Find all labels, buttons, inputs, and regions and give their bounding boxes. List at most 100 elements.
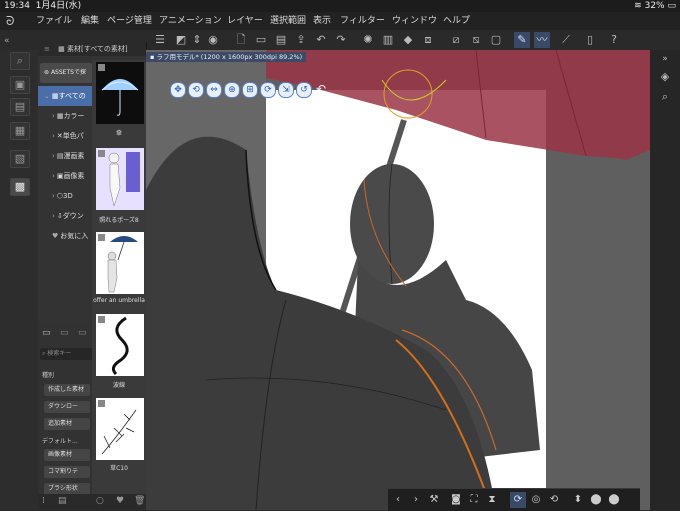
rotate-camera-icon[interactable]: ⟲ (188, 82, 204, 98)
redo-icon[interactable]: ↷ (333, 32, 349, 48)
ruler-icon[interactable]: ⟋ (558, 32, 574, 48)
collapse-left-icon[interactable]: « (4, 36, 10, 46)
deselect-icon[interactable]: ⧄ (448, 32, 464, 48)
help-icon[interactable]: ? (606, 32, 622, 48)
zoom-camera-icon[interactable]: ⊕ (224, 82, 240, 98)
wrench-icon[interactable]: ⚒ (426, 492, 442, 508)
thumbnail-umbrella[interactable] (96, 62, 144, 124)
menu-edit[interactable]: 編集 (81, 12, 99, 30)
folder-icon[interactable]: ▭ (42, 328, 51, 338)
close-tab-icon[interactable]: ▪ (150, 53, 154, 61)
open-folder-icon[interactable]: ▭ (253, 32, 269, 48)
move-camera-icon[interactable]: ✥ (170, 82, 186, 98)
history-icon[interactable]: ▧ (10, 150, 30, 168)
filter-added[interactable]: 追加素材 (44, 418, 90, 430)
menu-window[interactable]: ウィンドウ (392, 12, 437, 30)
save-icon[interactable]: ▤ (273, 32, 289, 48)
thumbnail-wave-line[interactable] (96, 314, 144, 376)
tree-item-download[interactable]: › ⇩ダウン (38, 206, 92, 226)
material-icon[interactable]: ▣ (10, 76, 30, 94)
grip-icon[interactable]: ≡ (44, 45, 50, 53)
tree-item-all[interactable]: ⌄ ▦すべての (38, 86, 92, 106)
camera-icon[interactable]: ◙ (448, 492, 464, 508)
pose-tool-icon[interactable]: ⟳ (510, 492, 526, 508)
upload-icon[interactable]: ⇪ (293, 32, 309, 48)
checkbox[interactable] (98, 150, 105, 157)
fill-icon[interactable]: ◆ (400, 32, 416, 48)
selection-outline-icon[interactable]: ▢ (488, 32, 504, 48)
circle-icon[interactable]: ○ (96, 496, 104, 506)
assets-search-button[interactable]: ⊚ ASSETSで探 (40, 63, 92, 83)
new-file-icon[interactable]: 🗋 (233, 32, 249, 48)
record-icon[interactable]: ◉ (205, 32, 221, 48)
brush-tool-icon[interactable]: 〰 (534, 32, 550, 48)
move-object-icon[interactable]: ⊞ (242, 82, 258, 98)
menu-view[interactable]: 表示 (313, 12, 331, 30)
transform-icon[interactable]: ⧈ (420, 32, 436, 48)
thumbnail-grass[interactable] (96, 398, 144, 460)
undo-3d-icon[interactable]: ↶ (314, 82, 328, 96)
tool-icon[interactable]: ◩ (173, 32, 189, 48)
checkbox[interactable] (98, 234, 105, 241)
scale-object-icon[interactable]: ⇲ (278, 82, 294, 98)
device-icon[interactable]: ▯ (582, 32, 598, 48)
menu-file[interactable]: ファイル (36, 12, 72, 30)
menu-page[interactable]: ページ管理 (107, 12, 152, 30)
rotate-object-icon[interactable]: ⟳ (260, 82, 276, 98)
figure-tool-icon[interactable]: ⬍ (570, 492, 586, 508)
orbit-tool-icon[interactable]: ◎ (528, 492, 544, 508)
rotate-tool-icon[interactable]: ⟲ (546, 492, 562, 508)
filter-downloaded[interactable]: ダウンロー (44, 401, 90, 413)
chevron-updown-icon[interactable]: ⇕ (189, 32, 205, 48)
fit-icon[interactable]: ⛶ (466, 492, 482, 508)
layers-icon[interactable]: ▤ (10, 98, 30, 116)
canvas-area[interactable] (146, 50, 650, 510)
trash-icon[interactable]: 🗑 (134, 496, 145, 506)
filter-panel-template[interactable]: コマ割りテ (44, 466, 90, 478)
filter-image[interactable]: 画像素材 (44, 449, 90, 461)
menu-selection[interactable]: 選択範囲 (270, 12, 306, 30)
canvas-tab[interactable]: ▪ ラフ用モデル* (1200 x 1600px 300dpi 89.2%) (146, 52, 306, 62)
search-field[interactable]: ⌕ 検索キー (40, 348, 92, 360)
material-panel-icon[interactable]: ▩ (10, 178, 30, 196)
edit-icon[interactable]: ▭ (78, 328, 87, 338)
menu-help[interactable]: ヘルプ (443, 12, 470, 30)
lock-tool-icon[interactable]: ⬤ (606, 492, 622, 508)
tree-item-color[interactable]: › ▦カラー (38, 106, 92, 126)
thumbnail-offer-umbrella[interactable] (96, 232, 144, 294)
loading-icon[interactable]: ✺ (360, 32, 376, 48)
chevron-right-icon[interactable]: › (408, 492, 424, 508)
hamburger-icon[interactable]: ☰ (152, 32, 168, 48)
tree-item-3d[interactable]: › ⬡3D (38, 186, 92, 206)
layers-panel-icon[interactable]: ◈ (658, 70, 672, 84)
reset-object-icon[interactable]: ↺ (296, 82, 312, 98)
chevron-left-icon[interactable]: ‹ (390, 492, 406, 508)
list-icon[interactable]: ▤ (58, 496, 67, 506)
search-icon[interactable]: ⌕ (10, 52, 30, 70)
menu-animation[interactable]: アニメーション (159, 12, 222, 30)
copy-icon[interactable]: ▭ (60, 328, 69, 338)
tree-item-image[interactable]: › ▣画像素 (38, 166, 92, 186)
tree-item-manga[interactable]: › ▤漫画素 (38, 146, 92, 166)
thumbnail-pose[interactable] (96, 148, 144, 210)
mirror-icon[interactable]: ⧗ (484, 492, 500, 508)
collapse-right-icon[interactable]: » (658, 52, 672, 66)
menu-layer[interactable]: レイヤー (227, 12, 263, 30)
pan-camera-icon[interactable]: ⇔ (206, 82, 222, 98)
heart-icon[interactable]: ♥ (116, 496, 124, 506)
navigator-icon[interactable]: ▦ (10, 122, 30, 140)
search-panel-icon[interactable]: ⌕ (658, 90, 672, 104)
checkbox[interactable] (98, 400, 105, 407)
clear-icon[interactable]: ▥ (380, 32, 396, 48)
tree-item-favorites[interactable]: ♥ お気に入 (38, 226, 92, 246)
pen-tool-icon[interactable]: ✎ (514, 32, 530, 48)
menu-filter[interactable]: フィルター (340, 12, 385, 30)
tree-item-monochrome[interactable]: › ✕単色パ (38, 126, 92, 146)
app-logo-icon[interactable]: ᘐ (6, 14, 20, 28)
pin-tool-icon[interactable]: ⬤ (588, 492, 604, 508)
undo-icon[interactable]: ↶ (313, 32, 329, 48)
checkbox[interactable] (98, 316, 105, 323)
checkbox[interactable] (98, 64, 105, 71)
filter-created[interactable]: 作成した素材 (44, 384, 90, 396)
invert-selection-icon[interactable]: ⧅ (468, 32, 484, 48)
